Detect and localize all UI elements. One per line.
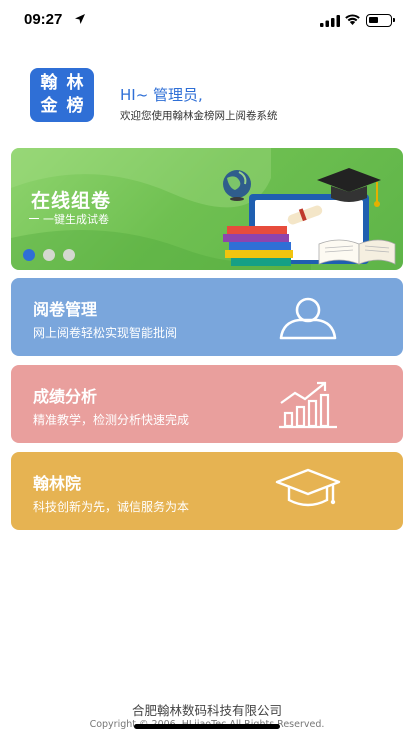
banner-title: 在线组卷 xyxy=(31,190,112,212)
location-arrow-icon xyxy=(75,14,85,24)
card-title: 成绩分析 xyxy=(33,387,98,406)
logo-char: 金 xyxy=(40,96,58,116)
carousel-dot[interactable] xyxy=(63,249,75,261)
welcome-text: 欢迎您使用翰林金榜网上阅卷系统 xyxy=(120,110,278,122)
graduation-cap-icon xyxy=(275,468,341,507)
status-time: 09:27 xyxy=(24,11,63,28)
cellular-signal-icon xyxy=(320,15,340,27)
home-indicator[interactable] xyxy=(134,724,280,729)
app-logo: 翰 林 金 榜 xyxy=(30,68,94,122)
card-title: 阅卷管理 xyxy=(33,300,98,319)
carousel-dot[interactable] xyxy=(23,249,35,261)
carousel-indicator[interactable] xyxy=(23,249,75,261)
bar-chart-icon xyxy=(279,381,337,429)
academy-card[interactable]: 翰林院 科技创新为先，诚信服务为本 xyxy=(11,452,403,530)
logo-char: 榜 xyxy=(66,96,84,116)
books-graduation-illustration-icon xyxy=(223,168,396,266)
promo-banner[interactable]: 在线组卷 一键生成试卷 xyxy=(11,148,403,270)
card-description: 科技创新为先，诚信服务为本 xyxy=(33,500,190,514)
company-name: 合肥翰林数码科技有限公司 xyxy=(131,703,282,718)
banner-subtitle: 一键生成试卷 xyxy=(43,213,109,226)
status-bar: 09:27 xyxy=(0,0,414,44)
carousel-dot[interactable] xyxy=(43,249,55,261)
wifi-icon xyxy=(345,14,360,25)
logo-char: 林 xyxy=(66,73,84,93)
card-title: 翰林院 xyxy=(33,474,82,493)
logo-char: 翰 xyxy=(40,73,58,93)
user-icon xyxy=(279,297,337,340)
banner-sub-dash xyxy=(29,218,39,219)
score-analysis-card[interactable]: 成绩分析 精准教学，检测分析快速完成 xyxy=(11,365,403,443)
card-description: 网上阅卷轻松实现智能批阅 xyxy=(33,326,178,340)
greeting-text: HI~ 管理员, xyxy=(120,86,203,104)
card-description: 精准教学，检测分析快速完成 xyxy=(33,413,190,427)
review-management-card[interactable]: 阅卷管理 网上阅卷轻松实现智能批阅 xyxy=(11,278,403,356)
battery-icon xyxy=(366,14,395,27)
